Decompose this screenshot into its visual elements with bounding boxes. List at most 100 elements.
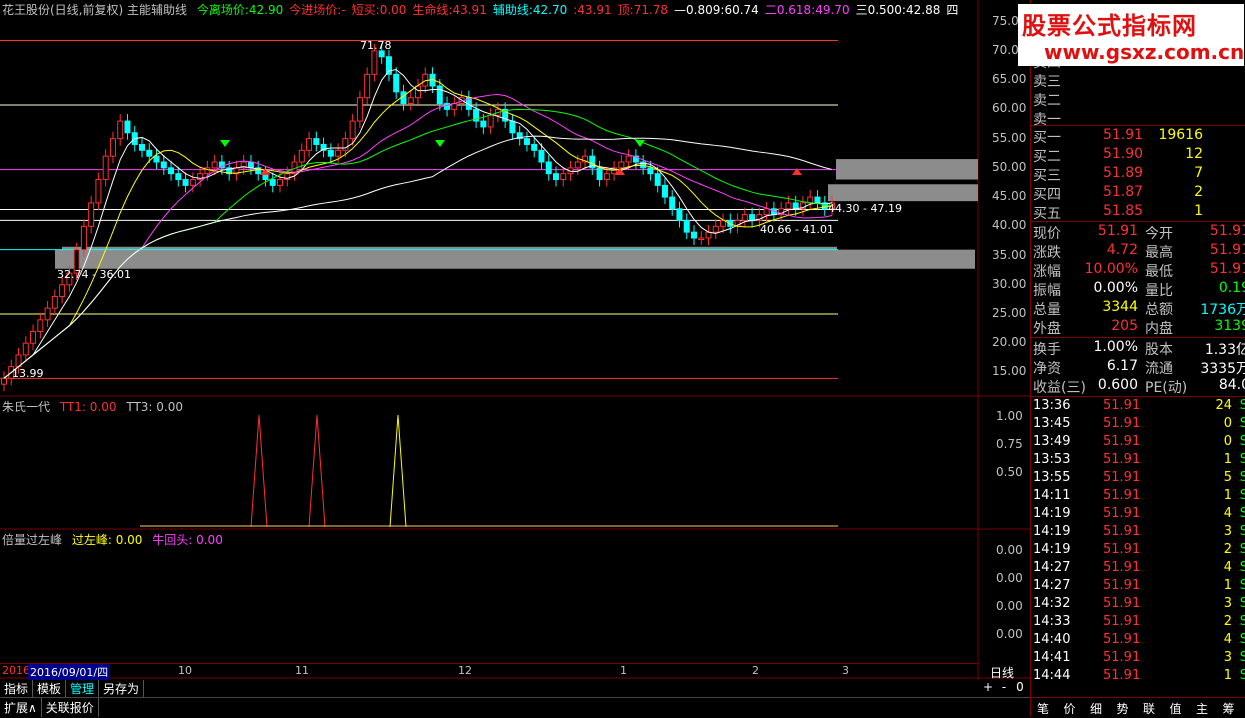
buy-row: 买三 51.89 7 <box>1031 165 1245 184</box>
bottom-tab-2[interactable]: 管理 <box>66 680 100 697</box>
divider <box>1031 221 1245 222</box>
right-tab-6[interactable]: 主 <box>1196 700 1208 717</box>
zoom-button-0[interactable]: + <box>980 680 996 694</box>
tick-volume: 1 <box>1223 578 1232 593</box>
right-tab-4[interactable]: 联 <box>1143 700 1155 717</box>
candle <box>785 202 792 210</box>
right-tab-2[interactable]: 细 <box>1090 700 1102 717</box>
candle <box>792 202 799 210</box>
zoom-button-1[interactable]: - <box>996 680 1012 694</box>
signal-spike <box>308 414 326 528</box>
legend-value-8: 49.70 <box>815 3 850 17</box>
tick-price: 51.91 <box>1103 542 1141 557</box>
zoom-button-2[interactable]: 0 <box>1012 680 1028 694</box>
candle <box>44 307 51 321</box>
candle <box>560 173 567 181</box>
price-tick: 30.00 <box>992 276 1027 291</box>
stat2-label: 流通 <box>1145 361 1173 377</box>
sub2-tick: 0.00 <box>996 543 1023 557</box>
buy-label: 买三 <box>1033 168 1061 184</box>
buy-row: 买五 51.85 1 <box>1031 203 1245 222</box>
stat2-row: 净资 6.17 流通 3335万 <box>1031 358 1245 377</box>
right-tab-3[interactable]: 势 <box>1117 700 1129 717</box>
tick-time: 14:44 <box>1033 668 1071 683</box>
candle <box>335 149 342 157</box>
tick-price: 51.91 <box>1103 524 1141 539</box>
sell-signal-arrow <box>635 140 645 147</box>
candle <box>22 342 29 356</box>
sub2-l1: 过左峰: 0.00 <box>71 533 143 547</box>
divider <box>1031 337 1245 338</box>
tick-price: 51.91 <box>1103 398 1141 413</box>
candle <box>814 196 821 204</box>
candle <box>306 138 313 151</box>
tick-time: 14:19 <box>1033 506 1071 521</box>
legend-label-1: 今进场价: <box>289 3 342 17</box>
status-item-1[interactable]: 关联报价 <box>42 698 99 717</box>
support-zone <box>55 249 975 269</box>
period-label[interactable]: 日线 <box>990 664 1014 681</box>
annotation-bottom: 13.99 <box>12 367 44 380</box>
tick-time: 14:11 <box>1033 488 1071 503</box>
candle <box>545 161 552 175</box>
sub1-tick: 0.50 <box>996 465 1023 479</box>
bottom-tabs: 指标 模板 管理 另存为 <box>0 680 145 697</box>
stat2-value: 3335万 <box>1200 361 1245 377</box>
sub2-tick: 0.00 <box>996 571 1023 585</box>
stat-label: 涨跌 <box>1033 245 1061 261</box>
tick-side: S <box>1239 614 1245 629</box>
buy-row: 买四 51.87 2 <box>1031 184 1245 203</box>
stat-label: 内盘 <box>1145 321 1173 337</box>
right-tab-1[interactable]: 价 <box>1064 700 1076 717</box>
sub1-tick: 0.75 <box>996 437 1023 451</box>
stat2-label: PE(动) <box>1145 380 1188 396</box>
tick-row: 13:36 51.91 24 S <box>1031 398 1245 416</box>
status-bar: 扩展∧ 关联报价 <box>0 697 1030 718</box>
tick-row: 14:27 51.91 1 S <box>1031 578 1245 596</box>
stat-row: 涨幅 10.00% 最低 51.91 <box>1031 261 1245 280</box>
candle <box>654 173 661 186</box>
stat-value: 51.91 <box>1209 261 1245 277</box>
support-zone <box>828 184 978 202</box>
month-label: 1 <box>620 664 627 677</box>
candle <box>189 179 196 186</box>
stat-value: 0.19 <box>1218 280 1245 296</box>
tick-time: 14:33 <box>1033 614 1071 629</box>
tick-row: 14:41 51.91 3 S <box>1031 650 1245 668</box>
candle <box>523 138 530 145</box>
date-year: 2016 <box>2 664 30 677</box>
sub2-tick: 0.00 <box>996 627 1023 641</box>
buy-label: 买四 <box>1033 187 1061 203</box>
buy-price: 51.85 <box>1103 203 1144 219</box>
right-tab-0[interactable]: 笔 <box>1037 700 1049 717</box>
candle <box>749 214 756 221</box>
tick-volume: 3 <box>1223 524 1232 539</box>
tick-row: 14:19 51.91 3 S <box>1031 524 1245 542</box>
stat-label: 外盘 <box>1033 321 1061 337</box>
month-label: 2 <box>752 664 759 677</box>
status-item-0[interactable]: 扩展∧ <box>0 698 42 717</box>
candle <box>480 120 487 128</box>
stat-value: 3139 <box>1214 318 1245 334</box>
bottom-tab-0[interactable]: 指标 <box>0 680 34 697</box>
right-tab-5[interactable]: 值 <box>1170 700 1182 717</box>
sell-signal-arrow <box>435 140 445 147</box>
date-cursor[interactable]: 2016/09/01/四 <box>28 664 111 680</box>
tick-volume: 4 <box>1223 632 1232 647</box>
tick-volume: 4 <box>1223 560 1232 575</box>
tick-volume: 2 <box>1223 614 1232 629</box>
right-tab-7[interactable]: 筹 <box>1223 700 1235 717</box>
bottom-tab-3[interactable]: 另存为 <box>99 680 145 697</box>
candle <box>691 231 697 239</box>
bottom-tab-1[interactable]: 模板 <box>33 680 67 697</box>
tick-row: 13:55 51.91 5 S <box>1031 470 1245 488</box>
chart-area[interactable]: 花王股份(日线,前复权) 主能辅助线 今离场价:42.90 今进场价:- 短买:0.… <box>0 0 1030 717</box>
date-axis: 2016 2016/09/01/四 10 11 12 1 2 3 <box>0 663 978 680</box>
candle <box>102 155 109 181</box>
kline-chart[interactable] <box>0 0 1030 717</box>
tick-price: 51.91 <box>1103 614 1141 629</box>
quote-panel: 卖四卖三卖二卖一买一51.9119616买二51.9012买三51.897买四5… <box>1030 0 1245 717</box>
main-legend: 花王股份(日线,前复权) 主能辅助线 今离场价:42.90 今进场价:- 短买:0.… <box>2 1 958 18</box>
price-tick: 60.00 <box>992 101 1027 116</box>
candle <box>80 225 87 251</box>
